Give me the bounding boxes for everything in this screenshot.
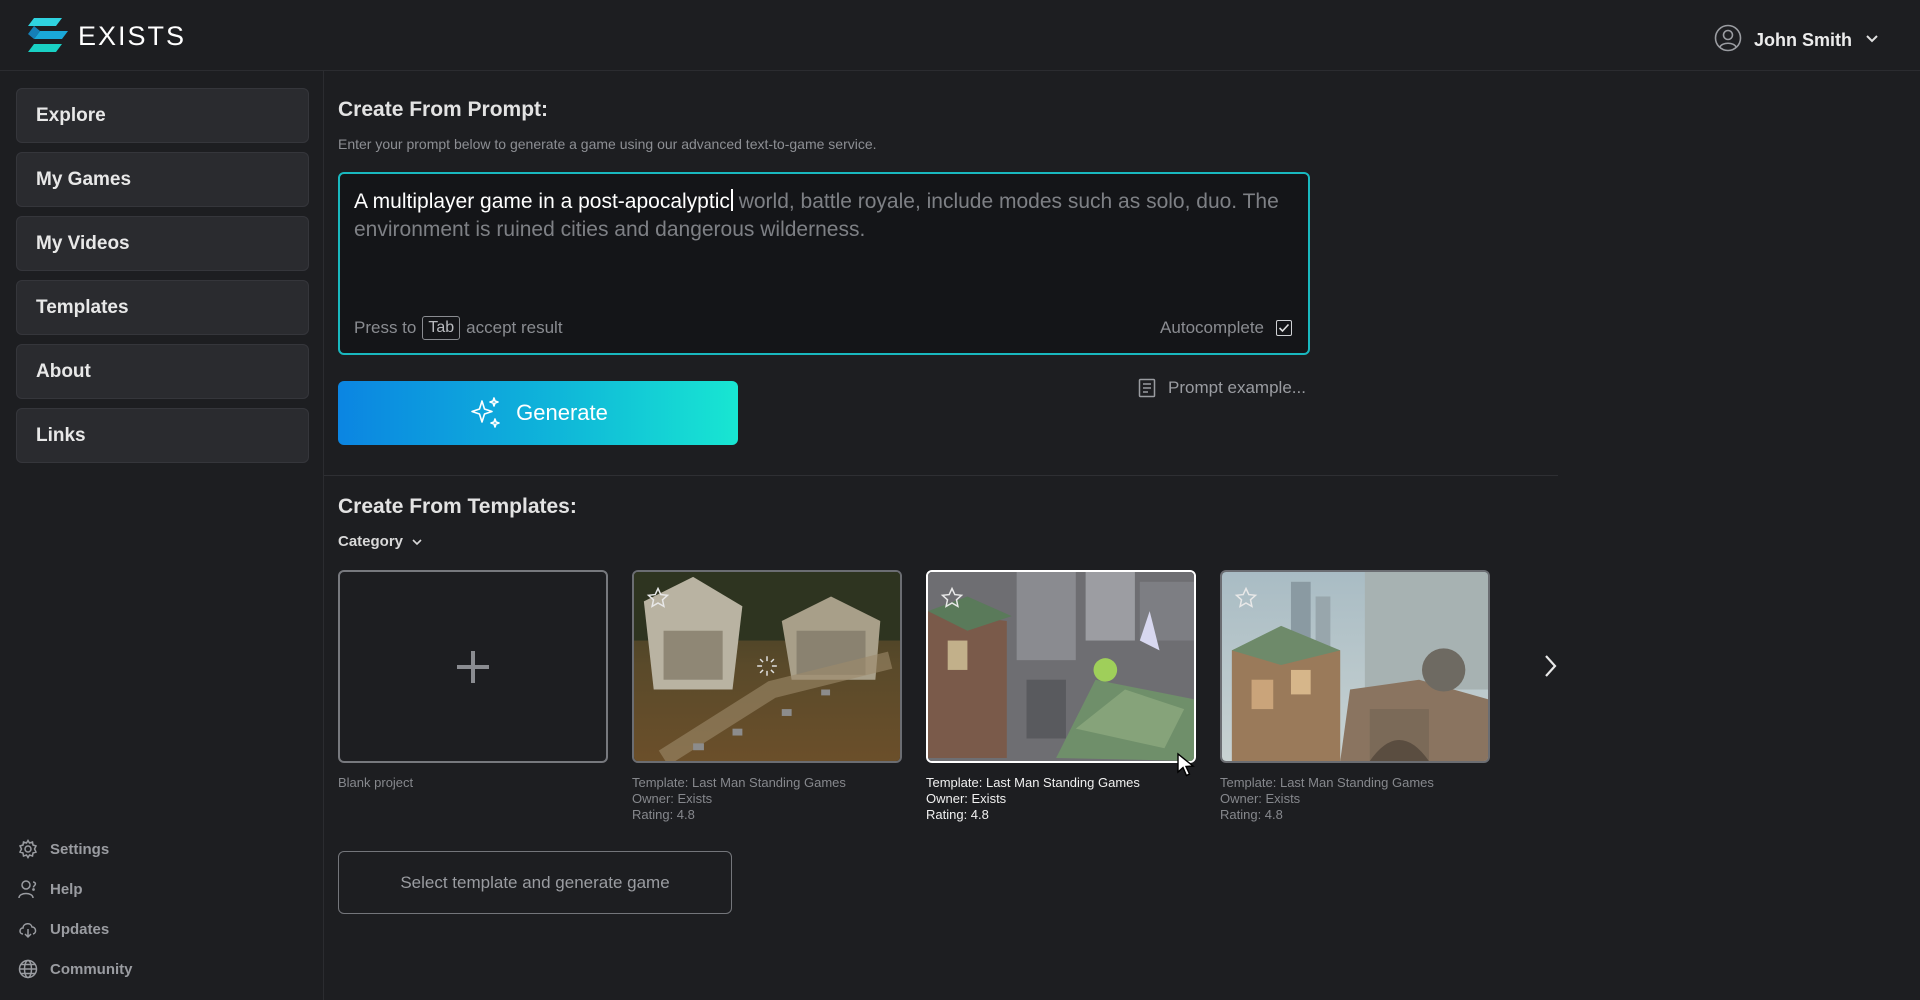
sidebar-community[interactable]: Community [18,959,133,979]
sidebar-item-links[interactable]: Links [16,408,309,463]
template-card-meta: Template: Last Man Standing Games Owner:… [1220,775,1434,823]
section-divider [324,475,1558,476]
chevron-down-icon [1864,30,1880,51]
template-owner: Owner: Exists [1220,791,1301,806]
plus-icon [457,650,489,683]
sparkles-icon [471,397,500,428]
category-label: Category [338,533,404,550]
autocomplete-label: Autocomplete [1160,318,1264,337]
help-label: Help [50,880,83,898]
template-card[interactable] [632,570,902,763]
generate-label: Generate [516,400,608,425]
sidebar-item-explore[interactable]: Explore [16,88,309,143]
sidebar-item-about[interactable]: About [16,344,309,399]
updates-label: Updates [50,920,110,938]
autocomplete-checkbox[interactable] [1276,320,1292,336]
category-dropdown[interactable]: Category [338,533,423,550]
prompt-section-title: Create From Prompt: [338,98,549,121]
user-avatar-icon [1714,24,1742,57]
prompt-typed-text: A multiplayer game in a post-apocalyptic [354,190,730,213]
community-label: Community [50,960,133,978]
cloud-download-icon [19,923,37,939]
brand-logo[interactable]: EXISTS [26,16,186,56]
star-icon[interactable] [646,586,670,610]
sidebar-item-templates[interactable]: Templates [16,280,309,335]
chevron-right-icon[interactable] [1538,653,1562,679]
user-name: John Smith [1754,30,1852,50]
star-icon[interactable] [1234,586,1258,610]
autocomplete-toggle[interactable]: Autocomplete [1160,318,1292,338]
template-thumbnail-town [1222,572,1488,761]
star-icon[interactable] [940,586,964,610]
checkmark-icon [1278,323,1290,333]
template-owner: Owner: Exists [926,791,1007,806]
blank-project-label: Blank project [338,775,414,790]
top-header: EXISTS John Smith [0,0,1920,71]
template-name: Template: Last Man Standing Games [926,775,1140,790]
prompt-textarea[interactable]: A multiplayer game in a post-apocalyptic… [338,172,1310,355]
template-thumbnail-village [634,572,900,761]
generate-button[interactable]: Generate [338,381,738,445]
prompt-example-link[interactable]: Prompt example... [1138,378,1306,398]
chevron-down-icon [412,538,422,545]
user-menu[interactable]: John Smith [1714,24,1880,57]
template-rating: Rating: 4.8 [1220,807,1283,822]
gear-icon [18,839,38,859]
sidebar-item-my-videos[interactable]: My Videos [16,216,309,271]
sidebar: Explore My Games My Videos Templates Abo… [0,71,324,1000]
template-rating: Rating: 4.8 [632,807,695,822]
hint-prefix: Press to [354,318,417,337]
exists-logo-icon [28,18,68,52]
autocomplete-hint: Press to Tab accept result [354,316,563,340]
blank-project-card[interactable] [338,570,608,763]
templates-section-title: Create From Templates: [338,495,577,518]
hint-suffix: accept result [466,318,563,337]
template-card-meta: Template: Last Man Standing Games Owner:… [632,775,846,823]
template-card-selected[interactable] [926,570,1196,763]
template-name: Template: Last Man Standing Games [632,775,846,790]
template-thumbnail-city [928,572,1194,761]
template-card[interactable] [1220,570,1490,763]
template-owner: Owner: Exists [632,791,713,806]
template-card-meta-selected: Template: Last Man Standing Games Owner:… [926,775,1140,823]
prompt-section-subtitle: Enter your prompt below to generate a ga… [338,136,877,152]
tab-key-badge: Tab [422,316,461,340]
globe-icon [18,959,38,979]
template-name: Template: Last Man Standing Games [1220,775,1434,790]
mouse-pointer-icon [1177,752,1195,777]
prompt-example-label: Prompt example... [1168,378,1306,397]
brand-name: EXISTS [78,20,187,51]
prompt-text[interactable]: A multiplayer game in a post-apocalyptic… [354,188,1294,244]
sidebar-item-my-games[interactable]: My Games [16,152,309,207]
template-rating: Rating: 4.8 [926,807,989,822]
sidebar-settings[interactable]: Settings [18,839,109,859]
help-person-icon [18,880,37,899]
sidebar-updates[interactable]: Updates [18,919,109,939]
settings-label: Settings [50,840,110,858]
select-template-generate-button[interactable]: Select template and generate game [338,851,732,914]
sidebar-help[interactable]: Help [18,879,83,899]
document-icon [1138,378,1156,398]
